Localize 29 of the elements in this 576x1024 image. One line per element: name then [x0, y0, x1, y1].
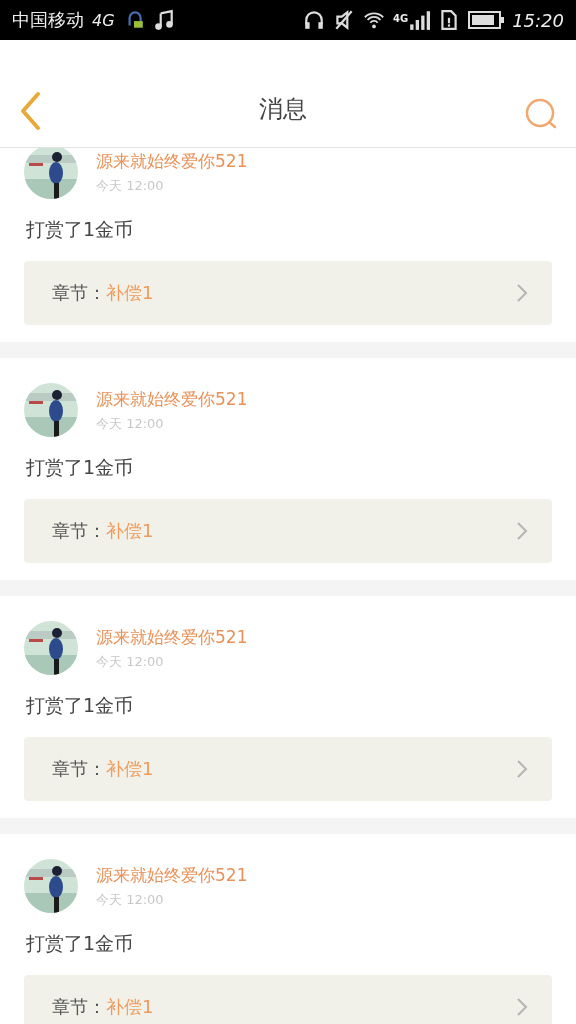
user-name: 源来就始终爱你521: [96, 863, 248, 887]
chevron-right-icon: [516, 997, 528, 1017]
chevron-left-icon: [18, 91, 42, 131]
search-button[interactable]: [524, 97, 558, 131]
message-text: 打赏了1金币: [26, 455, 135, 480]
page-title: 消息: [259, 94, 307, 125]
chevron-right-icon: [516, 283, 528, 303]
headphones-icon: [302, 9, 325, 31]
chevron-right-icon: [516, 521, 528, 541]
battery-icon: [468, 11, 505, 29]
chapter-link[interactable]: 章节：补偿1: [24, 261, 552, 325]
message-text: 打赏了1金币: [26, 693, 135, 718]
signal-label: 4G: [392, 13, 409, 24]
user-name: 源来就始终爱你521: [96, 149, 248, 173]
chapter-link[interactable]: 章节：补偿1: [24, 975, 552, 1024]
network-type: 4G: [92, 10, 115, 30]
chevron-right-icon: [516, 759, 528, 779]
clock: 15:20: [512, 9, 564, 31]
music-note-icon: [152, 9, 175, 31]
user-name: 源来就始终爱你521: [96, 387, 248, 411]
back-button[interactable]: [18, 91, 42, 131]
signal-icon: [408, 9, 431, 31]
message-text: 打赏了1金币: [26, 217, 135, 242]
message-text: 打赏了1金币: [26, 931, 135, 956]
carrier-name: 中国移动: [12, 8, 84, 32]
chapter-link[interactable]: 章节：补偿1: [24, 499, 552, 563]
user-name: 源来就始终爱你521: [96, 625, 248, 649]
chapter-link[interactable]: 章节：补偿1: [24, 737, 552, 801]
search-icon: [524, 97, 558, 131]
